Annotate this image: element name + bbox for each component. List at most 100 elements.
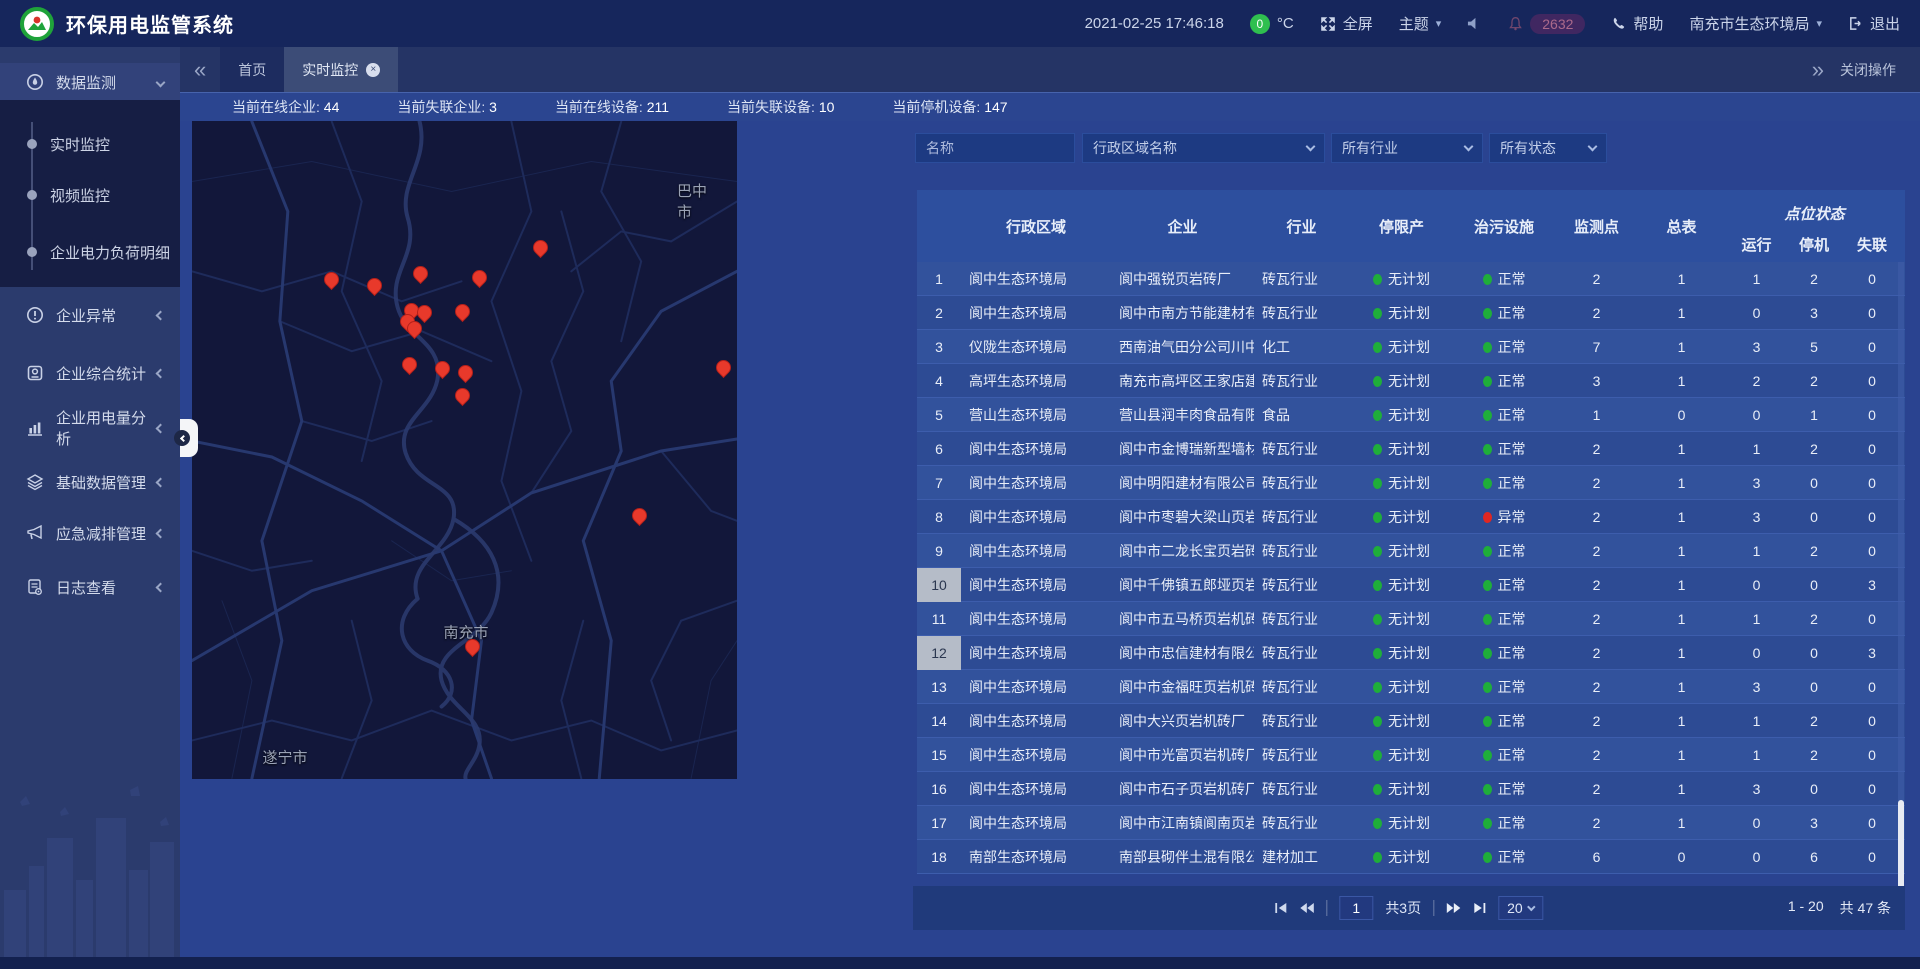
org-menu[interactable]: 南充市生态环境局 ▾ — [1689, 13, 1822, 34]
table-row[interactable]: 18 南部生态环境局 南部县砌伴土混有限公 建材加工 无计划 正常 6 0 0 — [917, 840, 1905, 874]
table-row[interactable]: 4 高坪生态环境局 南充市高坪区王家店建 砖瓦行业 无计划 正常 3 1 2 — [917, 364, 1905, 398]
tabs-scroll-left-button[interactable]: « — [180, 47, 220, 92]
status-filter-select[interactable]: 所有状态 — [1489, 133, 1607, 163]
page-size-select[interactable]: 20 — [1498, 896, 1544, 920]
previous-page-button[interactable] — [1299, 902, 1314, 914]
close-tab-icon[interactable]: × — [366, 63, 380, 77]
alarm-button[interactable]: 2632 — [1508, 14, 1585, 34]
cell-meters: 1 — [1639, 645, 1724, 661]
cell-meters: 1 — [1639, 509, 1724, 525]
cell-lost: 0 — [1839, 339, 1905, 355]
cell-rowno: 14 — [917, 704, 961, 738]
cell-region: 阆中生态环境局 — [961, 609, 1111, 629]
cell-run: 3 — [1724, 781, 1789, 797]
cell-limit: 无计划 — [1349, 473, 1454, 493]
table-row[interactable]: 5 营山生态环境局 营山县润丰肉食品有限 食品 无计划 正常 1 0 0 — [917, 398, 1905, 432]
table-row[interactable]: 15 阆中生态环境局 阆中市光富页岩机砖厂 砖瓦行业 无计划 正常 2 1 1 — [917, 738, 1905, 772]
status-dot-icon — [1483, 512, 1492, 523]
cell-run: 0 — [1724, 305, 1789, 321]
cell-run: 0 — [1724, 815, 1789, 831]
stat-online-companies: 当前在线企业: 44 — [232, 97, 339, 117]
sidebar-item-realtime-monitor[interactable]: 实时监控 — [0, 129, 180, 159]
cell-meters: 1 — [1639, 373, 1724, 389]
sidebar-collapse-button[interactable] — [180, 419, 198, 457]
bar-chart-icon — [26, 419, 46, 437]
name-filter-input[interactable] — [915, 133, 1075, 163]
table-row[interactable]: 14 阆中生态环境局 阆中大兴页岩机砖厂 砖瓦行业 无计划 正常 2 1 1 — [917, 704, 1905, 738]
table-row[interactable]: 10 阆中生态环境局 阆中千佛镇五郎垭页岩 砖瓦行业 无计划 正常 2 1 0 — [917, 568, 1905, 602]
cell-region: 阆中生态环境局 — [961, 473, 1111, 493]
table-row[interactable]: 9 阆中生态环境局 阆中市二龙长宝页岩砖 砖瓦行业 无计划 正常 2 1 1 — [917, 534, 1905, 568]
sidebar-item-power-load-detail[interactable]: 企业电力负荷明细 — [0, 237, 180, 267]
first-page-button[interactable] — [1274, 902, 1287, 914]
region-filter-select[interactable]: 行政区域名称 — [1082, 133, 1325, 163]
cell-industry: 化工 — [1254, 337, 1349, 357]
table-row[interactable]: 1 阆中生态环境局 阆中强锐页岩砖厂 砖瓦行业 无计划 正常 2 1 1 — [917, 262, 1905, 296]
cell-rowno: 13 — [917, 670, 961, 704]
table-row[interactable]: 11 阆中生态环境局 阆中市五马桥页岩机砖 砖瓦行业 无计划 正常 2 1 1 — [917, 602, 1905, 636]
table-row[interactable]: 8 阆中生态环境局 阆中市枣碧大梁山页岩 砖瓦行业 无计划 异常 2 1 3 — [917, 500, 1905, 534]
logout-button[interactable]: 退出 — [1848, 13, 1900, 34]
cell-run: 0 — [1724, 645, 1789, 661]
logout-icon — [1848, 16, 1863, 31]
theme-menu[interactable]: 主题 ▾ — [1399, 13, 1442, 34]
table-row[interactable]: 16 阆中生态环境局 阆中市石子页岩机砖厂 砖瓦行业 无计划 正常 2 1 3 — [917, 772, 1905, 806]
sidebar-item-data-monitoring[interactable]: 数据监测 — [0, 63, 180, 101]
cell-region: 阆中生态环境局 — [961, 745, 1111, 765]
tab-home[interactable]: 首页 — [220, 47, 284, 92]
tab-realtime-monitor[interactable]: 实时监控 × — [284, 47, 398, 92]
cell-run: 1 — [1724, 747, 1789, 763]
table-row[interactable]: 6 阆中生态环境局 阆中市金博瑞新型墙材 砖瓦行业 无计划 正常 2 1 1 — [917, 432, 1905, 466]
bottom-strip — [0, 957, 1920, 969]
sidebar-item-video-monitor[interactable]: 视频监控 — [0, 180, 180, 210]
brand: 环保用电监管系统 — [0, 7, 234, 41]
table-row[interactable]: 13 阆中生态环境局 阆中市金福旺页岩机砖 砖瓦行业 无计划 正常 2 1 3 — [917, 670, 1905, 704]
table-row[interactable]: 3 仪陇生态环境局 西南油气田分公司川中 化工 无计划 正常 7 1 3 — [917, 330, 1905, 364]
table-row[interactable]: 7 阆中生态环境局 阆中明阳建材有限公司 砖瓦行业 无计划 正常 2 1 3 — [917, 466, 1905, 500]
sidebar-item-emergency-reduction[interactable]: 应急减排管理 — [0, 513, 180, 553]
fullscreen-button[interactable]: 全屏 — [1320, 13, 1373, 34]
sidebar-item-enterprise-statistics[interactable]: 企业综合统计 — [0, 353, 180, 393]
table-row[interactable]: 2 阆中生态环境局 阆中市南方节能建材有 砖瓦行业 无计划 正常 2 1 0 — [917, 296, 1905, 330]
cell-stop: 0 — [1789, 679, 1839, 695]
cell-meters: 1 — [1639, 339, 1724, 355]
cell-lost: 0 — [1839, 475, 1905, 491]
status-dot-icon — [1373, 308, 1382, 319]
status-dot-icon — [1483, 682, 1492, 693]
mute-button[interactable] — [1467, 16, 1482, 31]
table-row[interactable]: 12 阆中生态环境局 阆中市忠信建材有限公 砖瓦行业 无计划 正常 2 1 0 — [917, 636, 1905, 670]
next-page-button[interactable] — [1446, 902, 1461, 914]
chevron-down-icon — [1464, 141, 1474, 151]
status-dot-icon — [1373, 512, 1382, 523]
cell-industry: 砖瓦行业 — [1254, 371, 1349, 391]
table-row[interactable]: 17 阆中生态环境局 阆中市江南镇阆南页岩 砖瓦行业 无计划 正常 2 1 0 — [917, 806, 1905, 840]
map-panel[interactable]: 巴中市 南充市 遂宁市 — [192, 121, 737, 779]
sidebar-item-base-data[interactable]: 基础数据管理 — [0, 462, 180, 502]
cell-run: 1 — [1724, 611, 1789, 627]
cell-facility: 正常 — [1454, 439, 1554, 459]
cell-region: 阆中生态环境局 — [961, 507, 1111, 527]
cell-facility: 正常 — [1454, 303, 1554, 323]
sidebar-item-power-analysis[interactable]: 企业用电量分析 — [0, 408, 180, 448]
cell-industry: 砖瓦行业 — [1254, 439, 1349, 459]
cell-meters: 1 — [1639, 781, 1724, 797]
help-button[interactable]: 帮助 — [1611, 13, 1663, 34]
page-title: 环保用电监管系统 — [66, 9, 234, 38]
sidebar-item-log-view[interactable]: 日志查看 — [0, 567, 180, 607]
last-page-button[interactable] — [1473, 902, 1486, 914]
cell-facility: 正常 — [1454, 677, 1554, 697]
col-rowno — [917, 190, 961, 262]
status-dot-icon — [1483, 750, 1492, 761]
cell-industry: 砖瓦行业 — [1254, 813, 1349, 833]
cell-limit: 无计划 — [1349, 507, 1454, 527]
cell-company: 阆中市石子页岩机砖厂 — [1111, 779, 1254, 799]
cell-stop: 2 — [1789, 713, 1839, 729]
sidebar-item-enterprise-abnormal[interactable]: 企业异常 — [0, 295, 180, 335]
cell-industry: 砖瓦行业 — [1254, 269, 1349, 289]
close-operations-menu[interactable]: » 关闭操作 — [1812, 47, 1920, 92]
industry-filter-select[interactable]: 所有行业 — [1331, 133, 1483, 163]
cell-region: 营山生态环境局 — [961, 405, 1111, 425]
cell-lost: 0 — [1839, 815, 1905, 831]
page-number-input[interactable]: 1 — [1339, 896, 1373, 920]
tabs-scroll-right-button[interactable]: » — [1812, 57, 1824, 83]
